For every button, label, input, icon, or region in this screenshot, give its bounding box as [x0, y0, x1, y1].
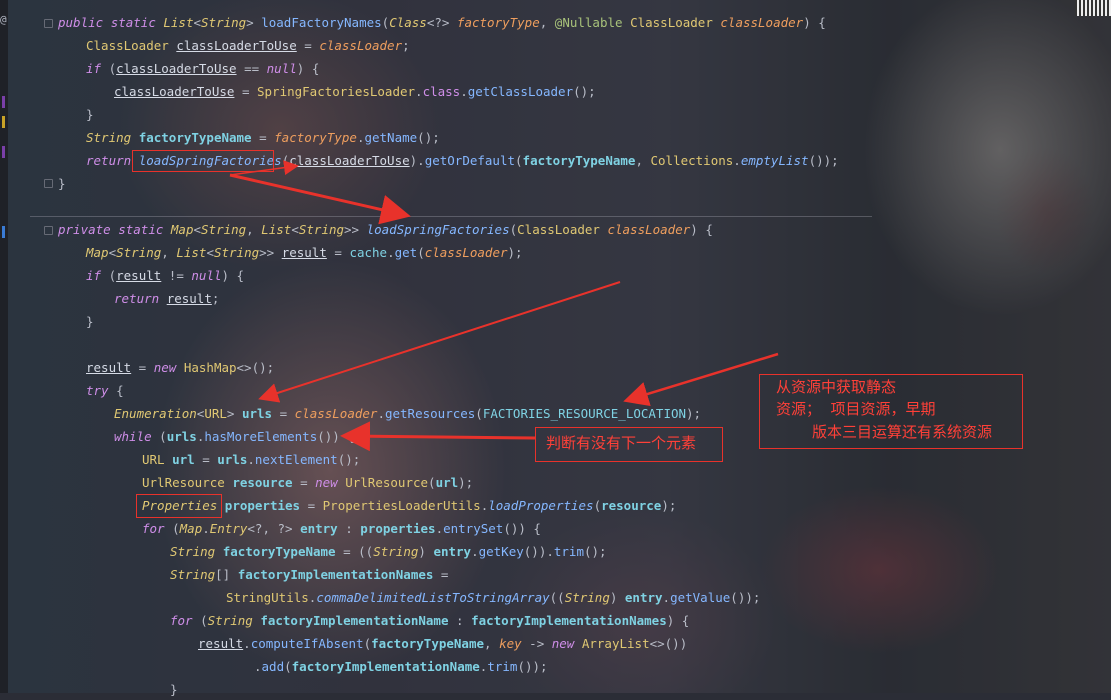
- arrow-to-has-more-elements: [340, 421, 536, 452]
- arrow-to-classloader: [229, 160, 299, 176]
- arrow-to-loadspringfactories: [229, 173, 411, 225]
- annotation-arrows: [229, 160, 779, 452]
- arrow-to-resource-location: [623, 352, 779, 407]
- arrow-to-urls: [258, 281, 621, 403]
